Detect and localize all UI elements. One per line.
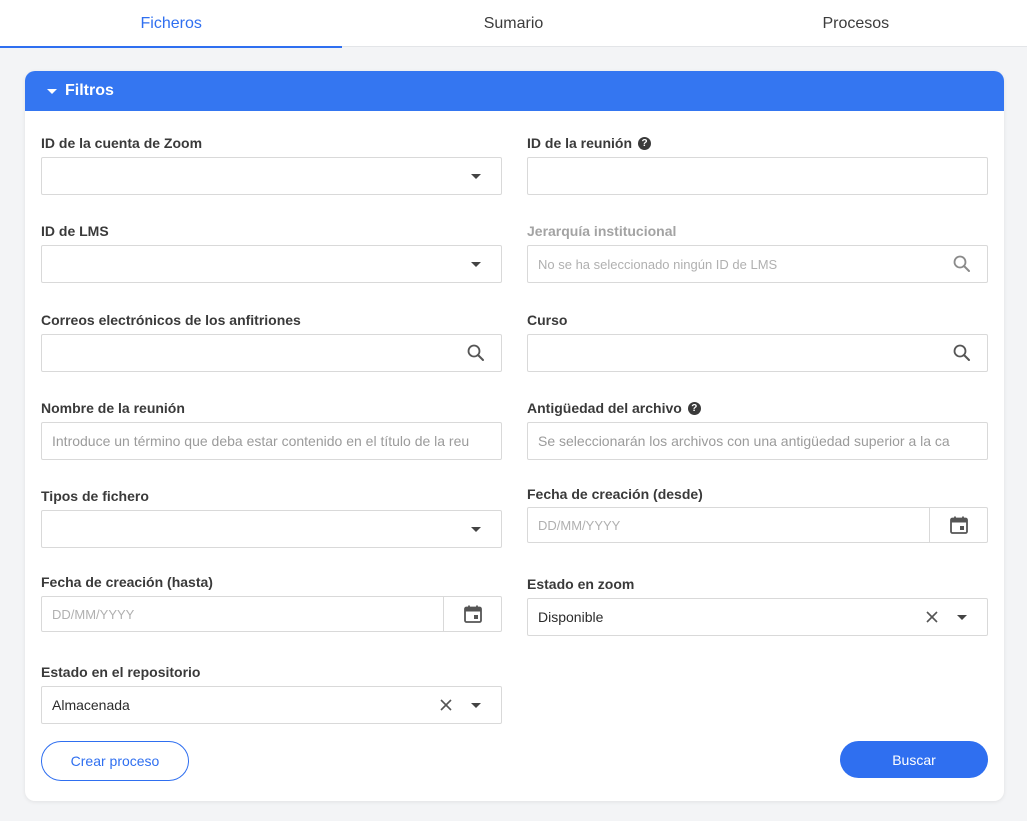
created-to-input[interactable]: DD/MM/YYYY bbox=[41, 596, 502, 632]
hierarchy-label: Jerarquía institucional bbox=[527, 223, 677, 239]
host-emails-input[interactable] bbox=[41, 334, 502, 372]
created-to-placeholder: DD/MM/YYYY bbox=[52, 606, 135, 622]
close-icon[interactable] bbox=[431, 690, 461, 720]
file-age-label: Antigüedad del archivo bbox=[527, 400, 682, 416]
tab-bar: Ficheros Sumario Procesos bbox=[0, 0, 1027, 48]
created-from-input[interactable]: DD/MM/YYYY bbox=[527, 507, 988, 543]
chevron-down-icon[interactable] bbox=[947, 602, 977, 632]
created-from-field: Fecha de creación (desde) DD/MM/YYYY bbox=[527, 484, 988, 543]
course-field: Curso bbox=[527, 310, 988, 372]
create-process-button[interactable]: Crear proceso bbox=[41, 741, 189, 781]
meeting-id-label-wrap: ID de la reunión ? bbox=[527, 133, 652, 153]
zoom-account-label: ID de la cuenta de Zoom bbox=[41, 135, 203, 151]
course-input[interactable] bbox=[527, 334, 988, 372]
created-from-label: Fecha de creación (desde) bbox=[527, 486, 703, 502]
search-icon[interactable] bbox=[461, 338, 491, 368]
meeting-id-input[interactable] bbox=[527, 157, 988, 195]
file-age-label-wrap: Antigüedad del archivo ? bbox=[527, 398, 701, 418]
lms-id-label: ID de LMS bbox=[41, 223, 109, 239]
file-age-placeholder: Se seleccionarán los archivos con una an… bbox=[538, 433, 950, 449]
hierarchy-input[interactable]: No se ha seleccionado ningún ID de LMS bbox=[527, 245, 988, 283]
meeting-id-label: ID de la reunión bbox=[527, 135, 633, 151]
filters-card: Filtros ID de la cuenta de Zoom ID de la… bbox=[25, 71, 1004, 801]
chevron-down-icon[interactable] bbox=[461, 249, 491, 279]
meeting-name-input[interactable]: Introduce un término que deba estar cont… bbox=[41, 422, 502, 460]
host-emails-label: Correos electrónicos de los anfitriones bbox=[41, 312, 301, 328]
host-emails-field: Correos electrónicos de los anfitriones bbox=[41, 310, 502, 372]
file-age-input[interactable]: Se seleccionarán los archivos con una an… bbox=[527, 422, 988, 460]
lms-id-select[interactable] bbox=[41, 245, 502, 283]
file-age-field: Antigüedad del archivo ? Se seleccionará… bbox=[527, 398, 988, 460]
zoom-account-field: ID de la cuenta de Zoom bbox=[41, 133, 502, 195]
repo-status-field: Estado en el repositorio Almacenada bbox=[41, 662, 502, 724]
meeting-name-label: Nombre de la reunión bbox=[41, 400, 185, 416]
help-icon[interactable]: ? bbox=[638, 136, 652, 150]
hierarchy-placeholder: No se ha seleccionado ningún ID de LMS bbox=[538, 256, 778, 272]
search-icon[interactable] bbox=[947, 338, 977, 368]
created-to-label: Fecha de creación (hasta) bbox=[41, 574, 213, 590]
help-icon[interactable]: ? bbox=[687, 401, 701, 415]
repo-status-select[interactable]: Almacenada bbox=[41, 686, 502, 724]
meeting-id-field: ID de la reunión ? bbox=[527, 133, 988, 195]
created-to-field: Fecha de creación (hasta) DD/MM/YYYY bbox=[41, 572, 502, 632]
zoom-status-field: Estado en zoom Disponible bbox=[527, 574, 988, 636]
zoom-status-select[interactable]: Disponible bbox=[527, 598, 988, 636]
chevron-down-icon[interactable] bbox=[461, 161, 491, 191]
file-types-field: Tipos de fichero bbox=[41, 486, 502, 548]
chevron-down-icon[interactable] bbox=[461, 514, 491, 544]
meeting-name-placeholder: Introduce un término que deba estar cont… bbox=[52, 433, 470, 449]
zoom-account-select[interactable] bbox=[41, 157, 502, 195]
zoom-status-value: Disponible bbox=[538, 609, 604, 625]
tab-ficheros[interactable]: Ficheros bbox=[0, 0, 343, 48]
calendar-icon[interactable] bbox=[929, 508, 987, 542]
calendar-icon[interactable] bbox=[443, 597, 501, 631]
repo-status-label: Estado en el repositorio bbox=[41, 664, 201, 680]
file-types-select[interactable] bbox=[41, 510, 502, 548]
course-label: Curso bbox=[527, 312, 568, 328]
file-types-label: Tipos de fichero bbox=[41, 488, 149, 504]
meeting-name-field: Nombre de la reunión Introduce un términ… bbox=[41, 398, 502, 460]
search-icon bbox=[947, 249, 977, 279]
caret-down-icon bbox=[47, 88, 57, 94]
close-icon[interactable] bbox=[917, 602, 947, 632]
search-button[interactable]: Buscar bbox=[840, 741, 988, 778]
filters-title: Filtros bbox=[65, 82, 114, 99]
tab-sumario[interactable]: Sumario bbox=[342, 0, 684, 47]
tab-procesos[interactable]: Procesos bbox=[685, 0, 1027, 47]
lms-id-field: ID de LMS bbox=[41, 221, 502, 283]
created-from-placeholder: DD/MM/YYYY bbox=[538, 517, 621, 533]
chevron-down-icon[interactable] bbox=[461, 690, 491, 720]
zoom-status-label: Estado en zoom bbox=[527, 576, 635, 592]
hierarchy-field: Jerarquía institucional No se ha selecci… bbox=[527, 221, 988, 283]
filters-header[interactable]: Filtros bbox=[25, 71, 1004, 111]
repo-status-value: Almacenada bbox=[52, 697, 130, 713]
